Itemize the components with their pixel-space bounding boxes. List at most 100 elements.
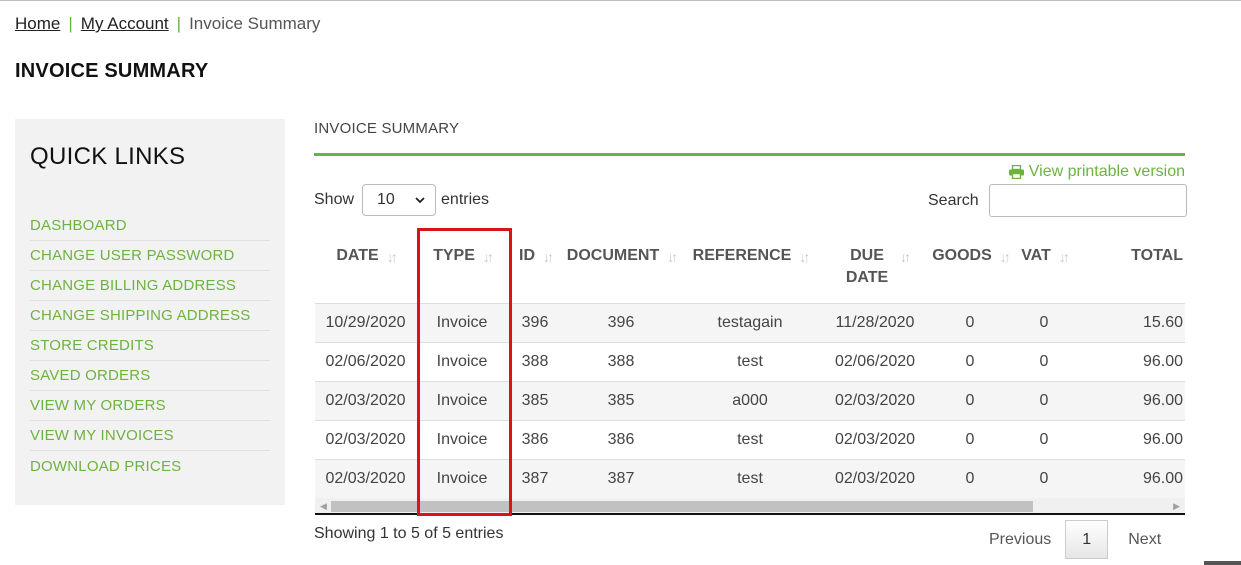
scroll-left-icon[interactable]: ◀ <box>320 501 327 512</box>
cell-id: 388 <box>508 341 562 381</box>
cell-date: 10/29/2020 <box>315 302 416 342</box>
column-header-label: DATE <box>336 247 379 264</box>
column-header-document[interactable]: DOCUMENT ↓↑ <box>562 230 680 303</box>
page-length-value: 10 <box>377 191 395 208</box>
cell-reference: test <box>680 341 820 381</box>
sidebar-item-saved-orders[interactable]: SAVED ORDERS <box>30 361 270 391</box>
cell-type: Invoice <box>416 458 508 498</box>
cell-document: 386 <box>562 419 680 459</box>
page-1-button[interactable]: 1 <box>1065 520 1109 559</box>
column-header-label: DUE DATE <box>845 247 889 286</box>
cell-vat: 0 <box>1010 341 1078 381</box>
sidebar-item-change-billing-address[interactable]: CHANGE BILLING ADDRESS <box>30 271 270 301</box>
cell-vat: 0 <box>1010 458 1078 498</box>
cell-vat: 0 <box>1010 419 1078 459</box>
column-header-label: GOODS <box>932 247 992 264</box>
sort-icon: ↓↑ <box>667 249 678 265</box>
chevron-down-icon <box>415 191 425 209</box>
column-header-reference[interactable]: REFERENCE ↓↑ <box>680 230 820 303</box>
column-header-label: ID <box>519 247 535 264</box>
column-header-vat[interactable]: VAT ↓↑ <box>1010 230 1078 303</box>
cell-id: 385 <box>508 380 562 420</box>
cell-reference: test <box>680 458 820 498</box>
entries-label: entries <box>441 191 490 208</box>
breadcrumb-separator: | <box>176 14 182 33</box>
cell-document: 385 <box>562 380 680 420</box>
sort-icon: ↓↑ <box>482 249 494 265</box>
sidebar-item-dashboard[interactable]: DASHBOARD <box>30 211 270 241</box>
cell-reference: a000 <box>680 380 820 420</box>
table-search: Search <box>928 184 1187 217</box>
table-header-row: DATE ↓↑ TYPE ↓↑ ID ↓↑ DOCUMENT ↓↑ REFERENCE ↓… <box>315 230 1185 303</box>
column-header-type[interactable]: TYPE ↓↑ <box>416 230 508 303</box>
sidebar-item-download-prices[interactable]: DOWNLOAD PRICES <box>30 451 270 481</box>
table-row: 02/03/2020 Invoice 385 385 a000 02/03/20… <box>315 380 1185 420</box>
breadcrumb-separator: | <box>68 14 73 33</box>
quick-links-list: DASHBOARD CHANGE USER PASSWORD CHANGE BI… <box>30 211 270 481</box>
column-header-date[interactable]: DATE ↓↑ <box>315 230 416 303</box>
column-header-id[interactable]: ID ↓↑ <box>508 230 562 303</box>
search-label: Search <box>928 191 979 209</box>
printable-version-label: View printable version <box>1028 163 1185 180</box>
sort-icon: ↓↑ <box>386 249 398 265</box>
next-button[interactable]: Next <box>1108 520 1175 559</box>
cell-document: 388 <box>562 341 680 381</box>
sidebar-item-store-credits[interactable]: STORE CREDITS <box>30 331 270 361</box>
cell-id: 387 <box>508 458 562 498</box>
sort-icon: ↓↑ <box>999 249 1011 265</box>
printable-version-link[interactable]: View printable version <box>1008 163 1185 181</box>
cell-type: Invoice <box>416 380 508 420</box>
section-heading: INVOICE SUMMARY <box>314 120 460 137</box>
breadcrumb-home-link[interactable]: Home <box>15 14 60 33</box>
cell-type: Invoice <box>416 341 508 381</box>
breadcrumb-current: Invoice Summary <box>189 14 321 33</box>
cell-due-date: 11/28/2020 <box>820 302 930 342</box>
sidebar-item-view-my-invoices[interactable]: VIEW MY INVOICES <box>30 421 270 451</box>
table-row: 02/03/2020 Invoice 386 386 test 02/03/20… <box>315 419 1185 459</box>
cell-total: 15.60 <box>1078 302 1185 342</box>
sort-icon: ↓↑ <box>799 249 810 265</box>
sidebar-item-view-my-orders[interactable]: VIEW MY ORDERS <box>30 391 270 421</box>
column-header-label: TOTAL <box>1131 247 1183 264</box>
corner-scroll-indicator <box>1204 561 1241 565</box>
cell-id: 386 <box>508 419 562 459</box>
sidebar-item-change-shipping-address[interactable]: CHANGE SHIPPING ADDRESS <box>30 301 270 331</box>
cell-document: 387 <box>562 458 680 498</box>
cell-reference: testagain <box>680 302 820 342</box>
heading-divider <box>314 153 1185 156</box>
breadcrumb-account-link[interactable]: My Account <box>81 14 169 33</box>
cell-goods: 0 <box>930 341 1010 381</box>
cell-vat: 0 <box>1010 302 1078 342</box>
cell-date: 02/03/2020 <box>315 380 416 420</box>
cell-id: 396 <box>508 302 562 342</box>
cell-total: 96.00 <box>1078 341 1185 381</box>
cell-total: 96.00 <box>1078 458 1185 498</box>
table-row: 10/29/2020 Invoice 396 396 testagain 11/… <box>315 302 1185 342</box>
scroll-right-icon[interactable]: ▶ <box>1173 501 1180 512</box>
column-header-goods[interactable]: GOODS ↓↑ <box>930 230 1011 303</box>
column-header-total[interactable]: TOTAL <box>1078 230 1185 303</box>
sidebar-item-change-user-password[interactable]: CHANGE USER PASSWORD <box>30 241 270 271</box>
cell-goods: 0 <box>930 302 1010 342</box>
column-header-label: DOCUMENT <box>566 247 660 264</box>
breadcrumb: Home | My Account | Invoice Summary <box>15 14 320 34</box>
page-length-select[interactable]: 10 <box>362 184 437 216</box>
page-title: INVOICE SUMMARY <box>15 60 209 82</box>
cell-goods: 0 <box>930 419 1010 459</box>
sort-icon: ↓↑ <box>543 249 554 265</box>
pagination: Previous 1 Next <box>975 520 1175 559</box>
page-length-control: Show 10 entries <box>314 184 489 216</box>
search-input[interactable] <box>988 184 1187 217</box>
cell-reference: test <box>680 419 820 459</box>
scrollbar-thumb[interactable] <box>331 501 1033 512</box>
cell-due-date: 02/03/2020 <box>820 458 930 498</box>
column-header-due-date[interactable]: DUE DATE ↓↑ <box>820 230 930 303</box>
cell-due-date: 02/06/2020 <box>820 341 930 381</box>
printer-icon <box>1008 164 1024 180</box>
cell-goods: 0 <box>930 458 1010 498</box>
previous-button[interactable]: Previous <box>975 520 1065 559</box>
cell-type: Invoice <box>416 302 508 342</box>
cell-total: 96.00 <box>1078 380 1185 420</box>
table-row: 02/03/2020 Invoice 387 387 test 02/03/20… <box>315 458 1185 498</box>
horizontal-scrollbar[interactable]: ◀ ▶ <box>315 498 1185 515</box>
